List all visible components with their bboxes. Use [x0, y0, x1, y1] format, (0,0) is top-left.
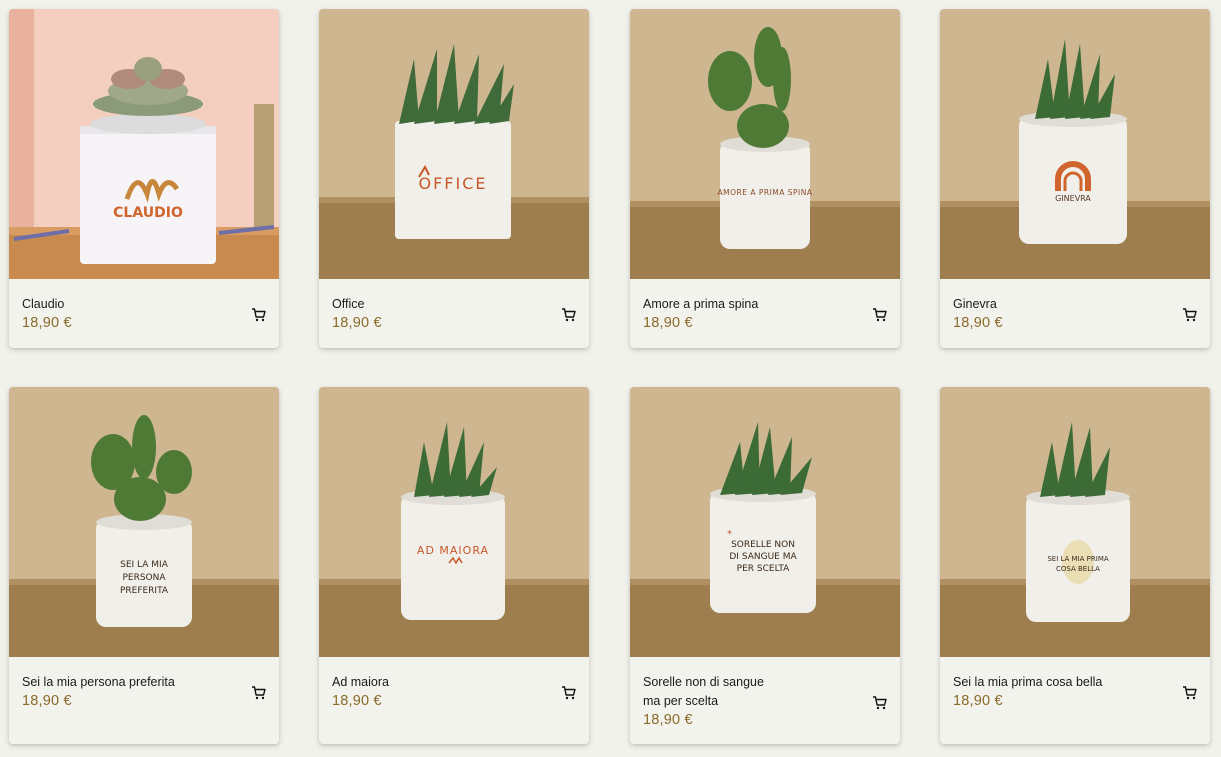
product-name[interactable]: Sorelle non di sangue ma per scelta	[643, 673, 773, 711]
shopping-cart-icon[interactable]	[561, 685, 577, 701]
product-grid: CLAUDIO Claudio 18,90 € OFFICE Office 18…	[0, 0, 1221, 757]
product-name[interactable]: Claudio	[22, 295, 232, 314]
product-image[interactable]: AMORE A PRIMA SPINA	[630, 9, 900, 279]
svg-text:CLAUDIO: CLAUDIO	[113, 205, 183, 221]
product-image[interactable]: OFFICE	[319, 9, 589, 279]
svg-text:AMORE A PRIMA SPINA: AMORE A PRIMA SPINA	[717, 188, 812, 197]
product-price: 18,90 €	[332, 315, 382, 331]
svg-text:AD MAIORA: AD MAIORA	[417, 544, 489, 557]
product-card-sei-la-mia-persona-preferita[interactable]: SEI LA MIA PERSONA PREFERITA Sei la mia …	[9, 387, 279, 744]
product-card-claudio[interactable]: CLAUDIO Claudio 18,90 €	[9, 9, 279, 348]
product-name[interactable]: Sei la mia persona preferita	[22, 673, 232, 692]
product-image[interactable]: AD MAIORA	[319, 387, 589, 657]
shopping-cart-icon[interactable]	[1182, 307, 1198, 323]
product-card-office[interactable]: OFFICE Office 18,90 €	[319, 9, 589, 348]
svg-text:GINEVRA: GINEVRA	[1055, 194, 1091, 203]
svg-text:COSA BELLA: COSA BELLA	[1056, 565, 1100, 573]
shopping-cart-icon[interactable]	[251, 685, 267, 701]
svg-text:SEI LA MIA: SEI LA MIA	[120, 560, 169, 570]
shopping-cart-icon[interactable]	[1182, 685, 1198, 701]
svg-text:DI SANGUE MA: DI SANGUE MA	[729, 552, 797, 562]
product-price: 18,90 €	[22, 693, 72, 709]
svg-text:OFFICE: OFFICE	[419, 174, 488, 193]
product-name[interactable]: Office	[332, 295, 542, 314]
product-price: 18,90 €	[643, 712, 693, 728]
product-price: 18,90 €	[953, 693, 1003, 709]
product-card-ginevra[interactable]: GINEVRA Ginevra 18,90 €	[940, 9, 1210, 348]
svg-text:PREFERITA: PREFERITA	[120, 586, 169, 596]
svg-text:*: *	[727, 529, 732, 540]
shopping-cart-icon[interactable]	[251, 307, 267, 323]
product-name[interactable]: Ginevra	[953, 295, 1163, 314]
product-price: 18,90 €	[953, 315, 1003, 331]
product-name[interactable]: Amore a prima spina	[643, 295, 853, 314]
product-name[interactable]: Sei la mia prima cosa bella	[953, 673, 1163, 692]
product-image[interactable]: SORELLE NON DI SANGUE MA PER SCELTA *	[630, 387, 900, 657]
product-price: 18,90 €	[332, 693, 382, 709]
product-price: 18,90 €	[22, 315, 72, 331]
shopping-cart-icon[interactable]	[872, 695, 888, 711]
shopping-cart-icon[interactable]	[561, 307, 577, 323]
svg-text:SEI LA MIA PRIMA: SEI LA MIA PRIMA	[1047, 555, 1109, 563]
product-price: 18,90 €	[643, 315, 693, 331]
product-card-sorelle-non-di-sangue[interactable]: SORELLE NON DI SANGUE MA PER SCELTA * So…	[630, 387, 900, 744]
svg-text:SORELLE NON: SORELLE NON	[731, 540, 795, 550]
product-image[interactable]: SEI LA MIA PRIMA COSA BELLA	[940, 387, 1210, 657]
svg-text:PER SCELTA: PER SCELTA	[737, 564, 790, 574]
product-card-ad-maiora[interactable]: AD MAIORA Ad maiora 18,90 €	[319, 387, 589, 744]
product-card-sei-la-mia-prima-cosa-bella[interactable]: SEI LA MIA PRIMA COSA BELLA Sei la mia p…	[940, 387, 1210, 744]
product-image[interactable]: GINEVRA	[940, 9, 1210, 279]
product-image[interactable]: SEI LA MIA PERSONA PREFERITA	[9, 387, 279, 657]
svg-text:PERSONA: PERSONA	[122, 573, 166, 583]
product-name[interactable]: Ad maiora	[332, 673, 542, 692]
product-image[interactable]: CLAUDIO	[9, 9, 279, 279]
shopping-cart-icon[interactable]	[872, 307, 888, 323]
product-card-amore-a-prima-spina[interactable]: AMORE A PRIMA SPINA Amore a prima spina …	[630, 9, 900, 348]
